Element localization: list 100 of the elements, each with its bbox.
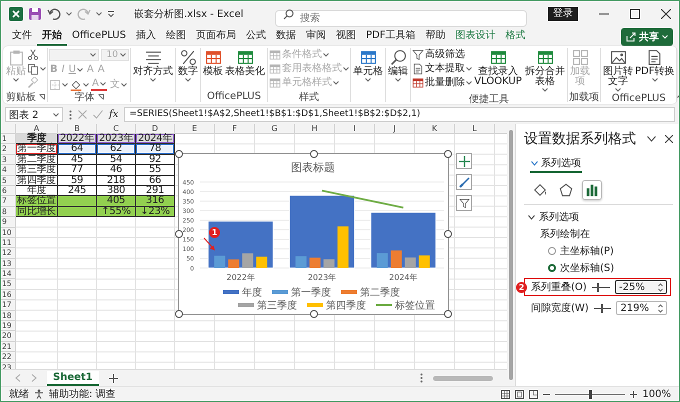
resize-handle[interactable] xyxy=(444,310,452,318)
name-box[interactable]: 图表 2 xyxy=(5,107,63,122)
ribbon-button[interactable]: 表格美化 xyxy=(224,48,266,78)
chart-elements-button[interactable] xyxy=(456,153,472,169)
ribbon-button[interactable]: 查找录入VLOOKUP xyxy=(472,48,524,88)
column-header[interactable]: J xyxy=(375,124,415,134)
close-icon[interactable] xyxy=(665,135,673,143)
legend-item[interactable]: 第一季度 xyxy=(272,288,331,298)
chart-filters-button[interactable] xyxy=(456,195,472,211)
formula-field[interactable]: =SERIES(Sheet1!$A$2,Sheet1!$B$1:$D$1,Sheet1!$B$2:$D$2,1) xyxy=(124,107,675,122)
maximize-icon[interactable] xyxy=(630,9,640,19)
column-header[interactable]: I xyxy=(335,124,375,134)
insert-function-button[interactable]: fx xyxy=(109,109,118,120)
ribbon-icon-button[interactable] xyxy=(70,78,89,91)
ribbon-tab[interactable]: 页面布局 xyxy=(190,28,241,46)
page-break-view-icon[interactable] xyxy=(529,390,538,398)
ribbon-button[interactable]: 拆分合并表格 xyxy=(524,48,566,93)
legend-item[interactable]: 标签位置 xyxy=(376,300,435,312)
ribbon-button[interactable]: 数字 xyxy=(177,48,199,83)
ribbon-tab[interactable]: 绘图 xyxy=(160,28,191,46)
column-header[interactable]: E xyxy=(175,124,215,134)
ribbon-button[interactable]: PDF转换 xyxy=(634,48,676,83)
customize-toolbar-icon[interactable] xyxy=(107,10,115,18)
column-header[interactable]: C xyxy=(97,124,136,134)
section-header[interactable]: 系列选项 xyxy=(528,210,579,224)
resize-handle[interactable] xyxy=(310,310,318,318)
slider-thumb[interactable] xyxy=(597,282,600,292)
field-label: 系列重叠(O) xyxy=(531,280,587,294)
legend-label: 第二季度 xyxy=(360,286,400,298)
legend-item[interactable]: 第三季度 xyxy=(238,300,297,312)
scrollbar[interactable] xyxy=(433,376,493,380)
column-header[interactable]: G xyxy=(255,124,295,134)
more-icon[interactable] xyxy=(69,110,72,120)
resize-handle[interactable] xyxy=(310,150,318,158)
column-header[interactable]: D xyxy=(136,124,175,134)
ribbon-button[interactable]: 单元格 xyxy=(352,48,384,83)
table-cell: 第四季度 xyxy=(16,176,58,186)
ribbon-button[interactable]: 文本提取 xyxy=(412,62,472,75)
slider-thumb[interactable] xyxy=(588,390,592,398)
legend-item[interactable]: 年度 xyxy=(223,288,262,298)
sign-in-button[interactable]: 登录 xyxy=(548,7,578,21)
share-button[interactable]: 共享 xyxy=(621,28,673,46)
zoom-level[interactable]: 100% xyxy=(642,388,671,400)
ribbon-tab[interactable]: 数据 xyxy=(270,28,301,46)
column-header[interactable]: B xyxy=(58,124,97,134)
zoom-in-icon[interactable] xyxy=(630,390,638,398)
save-icon[interactable] xyxy=(28,7,42,21)
resize-handle[interactable] xyxy=(175,150,183,158)
search-field[interactable]: 搜索 xyxy=(275,10,527,26)
spin-field[interactable]: 219% xyxy=(616,301,667,315)
ribbon-button[interactable]: 高级筛选 xyxy=(412,48,472,61)
ribbon-tab[interactable]: 公式 xyxy=(240,28,271,46)
ribbon-button[interactable]: 批量删除 xyxy=(412,76,472,89)
ribbon-button[interactable]: 编辑 xyxy=(387,48,409,83)
ribbon-button[interactable]: 图片转文字 xyxy=(602,48,634,93)
ribbon-icon-button[interactable] xyxy=(27,62,46,75)
radio-button[interactable]: 次坐标轴(S) xyxy=(548,261,614,275)
column-header[interactable]: H xyxy=(295,124,335,134)
add-sheet-icon[interactable] xyxy=(108,374,118,382)
legend-item[interactable]: 第二季度 xyxy=(341,288,400,298)
document-icon xyxy=(412,62,424,74)
status-text[interactable]: 辅助功能: 调查 xyxy=(49,387,116,401)
resize-handle[interactable] xyxy=(444,150,452,158)
ribbon-tab[interactable]: OfficePLUS xyxy=(67,28,131,46)
ribbon-tab[interactable]: 帮助 xyxy=(420,28,450,46)
ribbon-tab[interactable]: PDF工具箱 xyxy=(360,28,420,46)
line-series[interactable] xyxy=(322,190,404,208)
pane-tab[interactable]: 系列选项 xyxy=(530,155,582,173)
chevron-down-icon[interactable] xyxy=(647,136,656,142)
ribbon-tab[interactable]: 视图 xyxy=(330,28,361,46)
accessibility-icon xyxy=(34,389,44,399)
resize-handle[interactable] xyxy=(175,310,183,318)
pane-icon-tab[interactable] xyxy=(582,180,602,200)
page-layout-view-icon[interactable] xyxy=(515,390,524,398)
undo-icon[interactable] xyxy=(47,7,61,21)
scrollbar[interactable] xyxy=(509,130,513,380)
ribbon-tab[interactable]: 格式 xyxy=(500,28,530,46)
spin-field[interactable]: -25% xyxy=(615,280,667,294)
sheet-tab[interactable]: Sheet1 xyxy=(47,370,99,386)
ribbon-tab[interactable]: 文件 xyxy=(7,28,37,46)
more-icon[interactable] xyxy=(420,373,423,383)
ribbon-tab[interactable]: 审阅 xyxy=(300,28,331,46)
column-header[interactable]: K xyxy=(415,124,455,134)
dialog-launcher-icon[interactable] xyxy=(98,94,104,100)
ribbon-tab[interactable]: 图表设计 xyxy=(450,28,500,46)
group-label: 便捷工具 xyxy=(469,92,509,106)
normal-view-icon[interactable] xyxy=(501,390,510,398)
ribbon-button[interactable]: 对齐方式 xyxy=(132,48,174,83)
chart-styles-button[interactable] xyxy=(456,174,472,190)
ribbon-button[interactable]: 模板 xyxy=(202,48,224,78)
legend-item[interactable]: 第四季度 xyxy=(307,300,366,312)
resize-handle[interactable] xyxy=(175,230,183,238)
column-header[interactable]: F xyxy=(215,124,255,134)
radio-button[interactable]: 主坐标轴(P) xyxy=(548,244,614,258)
close-icon[interactable] xyxy=(661,9,671,19)
dialog-launcher-icon[interactable] xyxy=(39,94,45,100)
caret-icon xyxy=(66,12,72,16)
resize-handle[interactable] xyxy=(444,230,452,238)
ribbon-tab[interactable]: 插入 xyxy=(130,28,161,46)
column-header[interactable]: L xyxy=(455,124,495,134)
